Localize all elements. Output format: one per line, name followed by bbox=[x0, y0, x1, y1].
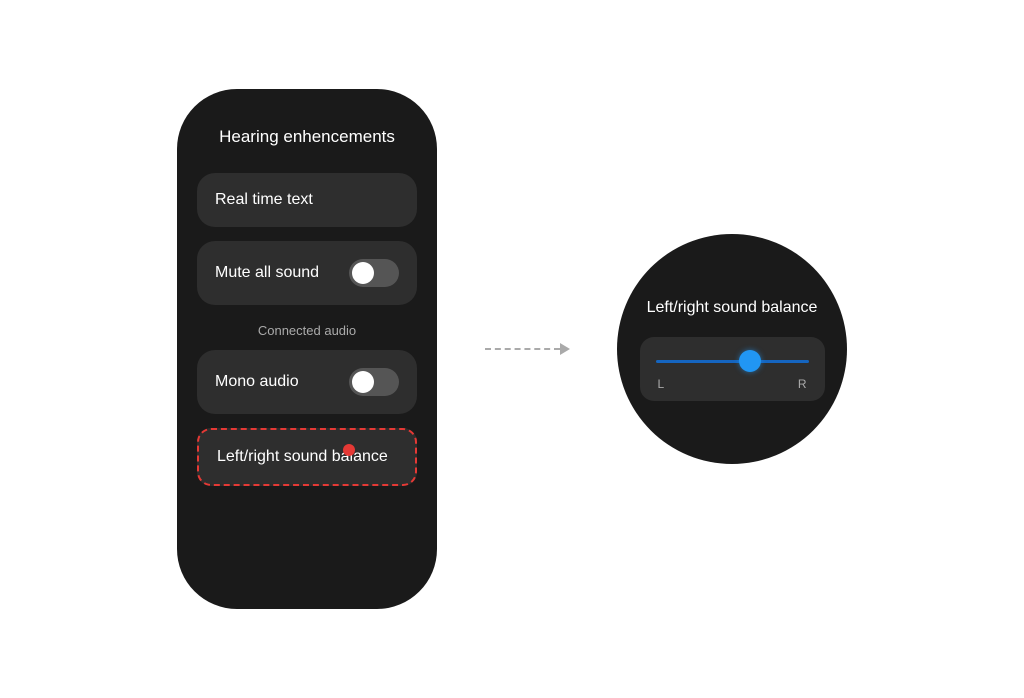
left-right-balance-label: Left/right sound balance bbox=[217, 448, 388, 465]
toggle-knob bbox=[352, 262, 374, 284]
menu-item-mute-all-sound[interactable]: Mute all sound bbox=[197, 241, 417, 305]
panel-title: Hearing enhencements bbox=[219, 125, 395, 149]
slider-label-left: L bbox=[658, 377, 665, 391]
mono-audio-label: Mono audio bbox=[215, 373, 299, 391]
dashed-line bbox=[485, 348, 560, 350]
arrow-head-icon bbox=[560, 343, 570, 355]
connected-audio-section-label: Connected audio bbox=[258, 323, 356, 338]
menu-item-mono-audio[interactable]: Mono audio bbox=[197, 350, 417, 414]
slider-labels: L R bbox=[656, 377, 809, 391]
slider-track bbox=[656, 360, 809, 363]
arrow-area bbox=[477, 343, 577, 355]
dashed-arrow bbox=[485, 343, 570, 355]
real-time-text-label: Real time text bbox=[215, 191, 313, 209]
mono-audio-toggle-knob bbox=[352, 371, 374, 393]
mute-all-sound-toggle[interactable] bbox=[349, 259, 399, 287]
slider-area: L R bbox=[640, 337, 825, 401]
menu-item-real-time-text[interactable]: Real time text bbox=[197, 173, 417, 227]
menu-item-left-right-balance[interactable]: Left/right sound balance bbox=[197, 428, 417, 486]
pill-panel: Hearing enhencements Real time text Mute… bbox=[177, 89, 437, 609]
circle-panel-title: Left/right sound balance bbox=[647, 297, 818, 319]
circle-panel: Left/right sound balance L R bbox=[617, 234, 847, 464]
slider-label-right: R bbox=[798, 377, 807, 391]
mute-all-sound-label: Mute all sound bbox=[215, 264, 319, 282]
slider-track-container bbox=[656, 351, 809, 371]
mono-audio-toggle[interactable] bbox=[349, 368, 399, 396]
slider-thumb[interactable] bbox=[739, 350, 761, 372]
main-container: Hearing enhencements Real time text Mute… bbox=[0, 0, 1024, 698]
